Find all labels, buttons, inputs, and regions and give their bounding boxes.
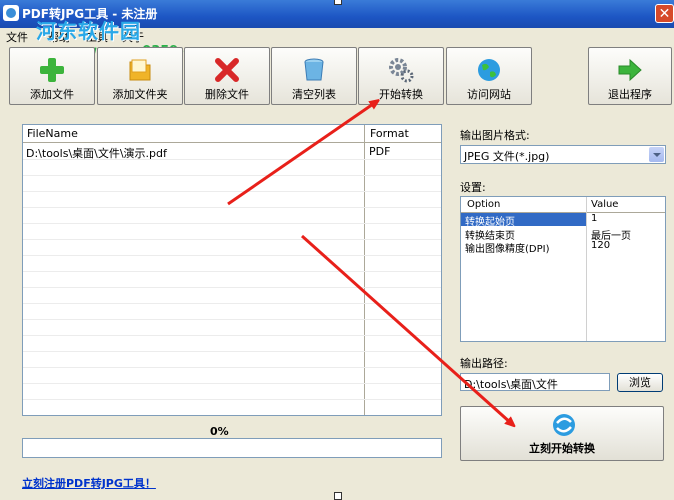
settings-header: Option Value <box>461 197 665 213</box>
delete-file-label: 删除文件 <box>205 88 249 101</box>
plus-icon <box>40 58 64 82</box>
add-folder-button[interactable]: 添加文件夹 <box>97 47 183 105</box>
value-column-header: Value <box>591 199 619 210</box>
start-now-label: 立刻开始转换 <box>529 442 595 455</box>
clear-list-label: 清空列表 <box>292 88 336 101</box>
visit-site-button[interactable]: 访问网站 <box>446 47 532 105</box>
add-folder-label: 添加文件夹 <box>112 88 168 101</box>
start-now-button[interactable]: 立刻开始转换 <box>460 406 664 461</box>
setting-row-dpi[interactable]: 输出图像精度(DPI) 120 <box>461 240 665 255</box>
convert-icon <box>553 414 575 436</box>
file-row-format[interactable]: PDF <box>369 145 390 158</box>
output-format-label: 输出图片格式: <box>460 129 530 142</box>
setting-row-end-page[interactable]: 转换结束页 最后一页 <box>461 227 665 242</box>
resize-handle-bottom[interactable] <box>334 492 342 500</box>
visit-site-label: 访问网站 <box>467 88 511 101</box>
setting-value[interactable]: 120 <box>591 240 610 251</box>
arrow-right-icon <box>618 58 642 82</box>
progress-bar <box>22 438 442 458</box>
register-link[interactable]: 立刻注册PDF转JPG工具！ <box>22 475 156 491</box>
browse-button[interactable]: 浏览 <box>617 373 663 392</box>
output-format-select[interactable]: JPEG 文件(*.jpg) <box>460 145 666 164</box>
toolbar: 添加文件 添加文件夹 删除文件 清空列表 开始转换 访问网站 退出程序 <box>0 44 674 106</box>
settings-label: 设置: <box>460 181 486 194</box>
resize-handle-top[interactable] <box>334 0 342 5</box>
column-divider[interactable] <box>364 125 365 415</box>
chevron-down-icon[interactable] <box>649 147 664 162</box>
format-column-header[interactable]: Format <box>370 127 409 140</box>
gear-icon <box>389 58 414 83</box>
setting-value[interactable]: 1 <box>591 213 597 224</box>
filename-column-header[interactable]: FileName <box>27 127 78 140</box>
delete-x-icon <box>215 58 239 82</box>
setting-option: 转换起始页 <box>465 217 515 228</box>
clear-list-button[interactable]: 清空列表 <box>271 47 357 105</box>
app-icon <box>3 5 19 21</box>
delete-file-button[interactable]: 删除文件 <box>184 47 270 105</box>
setting-row-start-page[interactable]: 转换起始页 1 <box>461 213 665 228</box>
start-convert-toolbar-button[interactable]: 开始转换 <box>358 47 444 105</box>
output-format-value: JPEG 文件(*.jpg) <box>464 150 550 163</box>
exit-button[interactable]: 退出程序 <box>588 47 672 105</box>
start-convert-toolbar-label: 开始转换 <box>379 88 423 101</box>
add-file-label: 添加文件 <box>30 88 74 101</box>
file-list[interactable]: FileName Format D:\tools\桌面\文件\演示.pdf PD… <box>22 124 442 416</box>
progress-percent: 0% <box>210 425 229 438</box>
output-path-value: D:\tools\桌面\文件 <box>464 378 558 391</box>
trash-bin-icon <box>304 58 324 81</box>
globe-icon <box>478 59 500 81</box>
setting-option: 输出图像精度(DPI) <box>465 244 550 255</box>
file-list-header: FileName Format <box>23 125 441 143</box>
add-file-button[interactable]: 添加文件 <box>9 47 95 105</box>
file-row-name[interactable]: D:\tools\桌面\文件\演示.pdf <box>26 145 167 161</box>
exit-label: 退出程序 <box>608 88 652 101</box>
settings-grid[interactable]: Option Value 转换起始页 1 转换结束页 最后一页 输出图像精度(D… <box>460 196 666 342</box>
watermark-logo: 河东软件园 <box>36 19 141 43</box>
output-path-input[interactable]: D:\tools\桌面\文件 <box>460 373 610 391</box>
option-column-header: Option <box>467 199 501 210</box>
folder-icon <box>129 59 151 81</box>
menu-file[interactable]: 文件 <box>6 29 28 45</box>
close-button[interactable]: ✕ <box>655 4 674 23</box>
output-path-label: 输出路径: <box>460 357 508 370</box>
